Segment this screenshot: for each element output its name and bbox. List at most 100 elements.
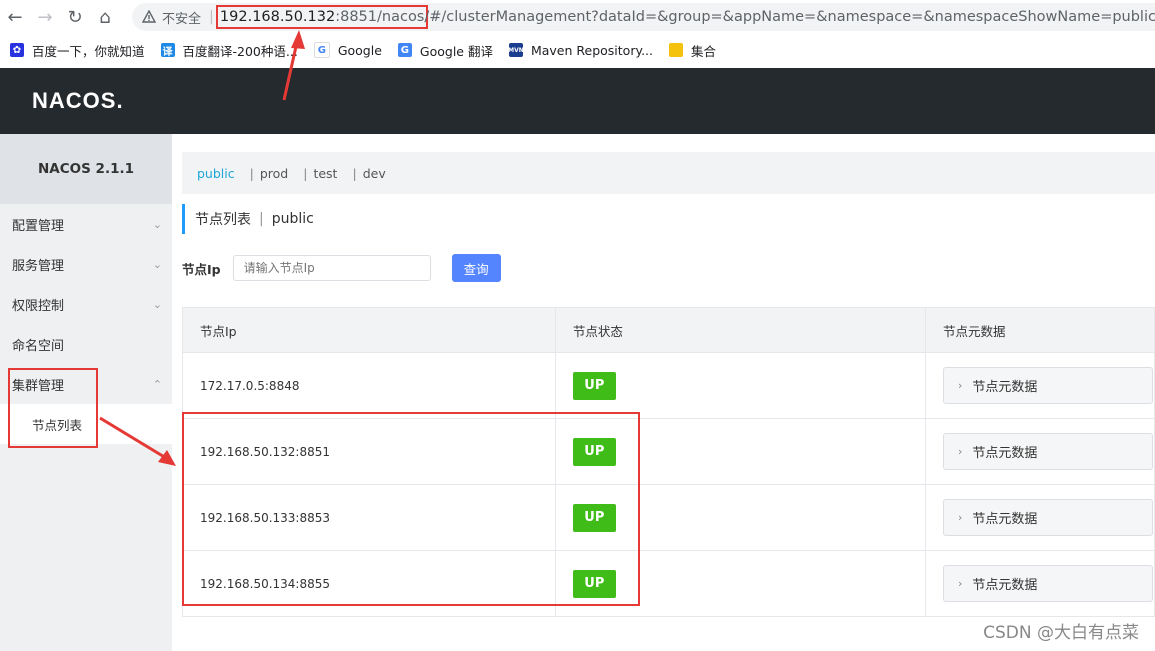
bookmark-label: Google 翻译 <box>419 43 493 59</box>
table-header-row: 节点Ip 节点状态 节点元数据 <box>182 307 1155 353</box>
node-ip-cell: 192.168.50.134:8855 <box>182 550 556 617</box>
chevron-right-icon: › <box>958 577 963 590</box>
url-rest: /#/clusterManagement?dataId=&group=&appN… <box>424 9 1155 25</box>
table-row: 192.168.50.133:8853 UP › 节点元数据 <box>182 484 1155 551</box>
chevron-up-icon: ⌃ <box>152 377 162 391</box>
sidebar-item-label: 服务管理 <box>12 258 65 274</box>
bookmark-maven[interactable]: MVN Maven Repository... <box>508 42 654 58</box>
search-label: 节点Ip <box>182 261 221 277</box>
chevron-right-icon: › <box>958 511 963 524</box>
sidebar-item-label: 权限控制 <box>12 298 65 314</box>
sidebar-item-label: 命名空间 <box>12 338 65 354</box>
maven-icon: MVN <box>508 43 524 57</box>
address-bar[interactable]: 不安全 | 192.168.50.132:8851/nacos/#/cluste… <box>132 3 1155 31</box>
node-status-cell: UP <box>554 550 927 617</box>
sidebar-item-label: 集群管理 <box>12 378 65 394</box>
google-icon: G <box>313 42 330 58</box>
url-highlight: 192.168.50.132:8851/nacos <box>215 5 429 29</box>
translate-icon: 译 <box>160 43 175 58</box>
sidebar-item-service[interactable]: 服务管理 ⌄ <box>0 244 172 284</box>
browser-toolbar: ← → ↻ ⌂ 不安全 | 192.168.50.132:8851/nacos /… <box>0 0 1155 34</box>
namespace-separator: | <box>249 165 254 181</box>
column-header-status: 节点状态 <box>554 307 927 353</box>
bookmark-label: 集合 <box>691 43 717 59</box>
column-header-metadata: 节点元数据 <box>925 307 1155 353</box>
bookmark-label: 百度一下，你就知道 <box>32 43 145 59</box>
metadata-label: 节点元数据 <box>972 512 1038 527</box>
sidebar-item-label: 配置管理 <box>12 218 65 234</box>
column-header-ip: 节点Ip <box>182 307 556 353</box>
metadata-expand-button[interactable]: › 节点元数据 <box>943 499 1153 536</box>
tab-namespace-dev[interactable]: dev <box>363 166 386 181</box>
bookmark-label: Google <box>337 42 382 58</box>
node-status-cell: UP <box>554 418 927 485</box>
status-badge: UP <box>572 569 616 598</box>
node-metadata-cell: › 节点元数据 <box>925 484 1155 551</box>
node-table: 节点Ip 节点状态 节点元数据 172.17.0.5:8848 UP › 节点元数… <box>182 307 1155 617</box>
sidebar-item-cluster[interactable]: 集群管理 ⌃ <box>0 364 172 404</box>
sidebar-item-config[interactable]: 配置管理 ⌄ <box>0 204 172 244</box>
home-icon[interactable]: ⌂ <box>90 2 120 32</box>
metadata-expand-button[interactable]: › 节点元数据 <box>943 367 1153 404</box>
google-translate-icon: G <box>397 43 412 57</box>
node-ip-cell: 192.168.50.132:8851 <box>182 418 556 485</box>
node-ip-search-input[interactable] <box>232 255 431 281</box>
page-title-text: 节点列表 <box>195 212 251 228</box>
bookmark-label: 百度翻译-200种语... <box>182 43 298 59</box>
status-badge: UP <box>572 437 616 466</box>
table-row: 172.17.0.5:8848 UP › 节点元数据 <box>182 352 1155 419</box>
bookmark-label: Maven Repository... <box>530 42 654 58</box>
metadata-expand-button[interactable]: › 节点元数据 <box>943 433 1153 470</box>
sidebar-item-auth[interactable]: 权限控制 ⌄ <box>0 284 172 324</box>
namespace-separator: | <box>303 165 308 181</box>
tab-namespace-prod[interactable]: prod <box>260 166 288 181</box>
url-host: 192.168.50.132 <box>219 9 336 25</box>
app-header: NACOS. <box>0 68 1155 134</box>
table-row: 192.168.50.134:8855 UP › 节点元数据 <box>182 550 1155 617</box>
bookmark-folder[interactable]: 集合 <box>669 41 716 60</box>
url-port-path: :8851/nacos <box>335 9 425 25</box>
tab-namespace-public[interactable]: public <box>197 166 235 181</box>
warning-icon <box>142 9 156 25</box>
metadata-label: 节点元数据 <box>972 578 1038 593</box>
metadata-expand-button[interactable]: › 节点元数据 <box>943 565 1153 602</box>
chevron-down-icon: ⌄ <box>152 297 162 311</box>
baidu-icon: ✿ <box>10 43 24 57</box>
nacos-logo[interactable]: NACOS. <box>32 88 124 114</box>
tab-namespace-test[interactable]: test <box>313 166 337 181</box>
forward-icon[interactable]: → <box>30 2 60 32</box>
title-separator: | <box>259 211 264 227</box>
search-button[interactable]: 查询 <box>451 254 501 282</box>
bookmarks-bar: ✿ 百度一下，你就知道 译 百度翻译-200种语... G Google G G… <box>0 34 1155 66</box>
metadata-label: 节点元数据 <box>972 380 1038 395</box>
sidebar-item-namespace[interactable]: 命名空间 <box>0 324 172 364</box>
metadata-label: 节点元数据 <box>972 446 1038 461</box>
bookmark-google-translate[interactable]: G Google 翻译 <box>397 41 493 60</box>
table-row: 192.168.50.132:8851 UP › 节点元数据 <box>182 418 1155 485</box>
bookmark-baidu-translate[interactable]: 译 百度翻译-200种语... <box>160 41 298 60</box>
namespace-bar: public | prod | test | dev <box>182 152 1155 194</box>
version-label: NACOS 2.1.1 <box>0 134 172 204</box>
status-badge: UP <box>572 371 616 400</box>
search-row: 节点Ip 查询 <box>182 254 501 282</box>
chevron-down-icon: ⌄ <box>152 217 162 231</box>
insecure-label: 不安全 <box>162 11 202 27</box>
node-metadata-cell: › 节点元数据 <box>925 550 1155 617</box>
status-badge: UP <box>572 503 616 532</box>
sidebar-subitem-node-list[interactable]: 节点列表 <box>0 404 172 444</box>
node-status-cell: UP <box>554 484 927 551</box>
back-icon[interactable]: ← <box>0 2 30 32</box>
bookmark-google[interactable]: G Google <box>313 42 382 58</box>
bookmark-baidu[interactable]: ✿ 百度一下，你就知道 <box>10 41 145 60</box>
chevron-right-icon: › <box>958 379 963 392</box>
folder-icon <box>669 43 684 57</box>
reload-icon[interactable]: ↻ <box>60 2 90 32</box>
sidebar: NACOS 2.1.1 配置管理 ⌄ 服务管理 ⌄ 权限控制 ⌄ 命名空间 集群… <box>0 134 172 651</box>
node-ip-cell: 172.17.0.5:8848 <box>182 352 556 419</box>
node-ip-cell: 192.168.50.133:8853 <box>182 484 556 551</box>
watermark: CSDN @大白有点菜 <box>983 623 1139 643</box>
node-metadata-cell: › 节点元数据 <box>925 352 1155 419</box>
namespace-separator: | <box>352 165 357 181</box>
url-divider: | <box>209 9 214 25</box>
node-status-cell: UP <box>554 352 927 419</box>
